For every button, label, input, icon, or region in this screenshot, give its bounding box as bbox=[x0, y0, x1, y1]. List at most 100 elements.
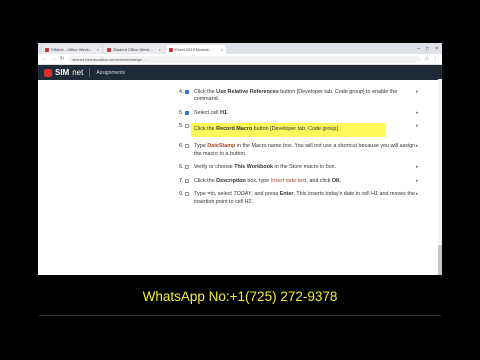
checked-checkbox-icon bbox=[185, 89, 189, 94]
browser-tab-3[interactable]: Excel 2019 Module... × bbox=[166, 45, 226, 54]
expand-arrow-icon[interactable]: ▸ bbox=[416, 143, 419, 151]
checkbox-icon bbox=[185, 192, 189, 197]
step-text-part: Insert date text bbox=[270, 177, 307, 184]
step-text-part: Verify or choose bbox=[194, 164, 235, 171]
step-text-part: Type =to, select bbox=[194, 191, 234, 198]
section-title[interactable]: Assignments bbox=[96, 70, 125, 76]
step-item: 5. Click the Record Macro button [Develop… bbox=[179, 123, 420, 137]
step-text-part: H1 bbox=[220, 109, 227, 116]
checkbox-icon bbox=[185, 124, 189, 129]
star-icon[interactable]: ☆ bbox=[425, 56, 429, 62]
menu-icon[interactable]: ⋮ bbox=[433, 56, 438, 62]
tab-bar: SIMnet - Office Week... × Student Office… bbox=[38, 43, 442, 54]
maximize-icon[interactable]: □ bbox=[426, 46, 429, 52]
step-text-part: Record Macro bbox=[216, 126, 253, 133]
scrollbar[interactable] bbox=[438, 79, 442, 275]
expand-arrow-icon[interactable]: ▸ bbox=[416, 110, 419, 118]
address-bar-row: ← → ↻ simnet.mheducation.com/simnet/assi… bbox=[38, 54, 442, 65]
step-item: to data stamp the sheet. bbox=[180, 79, 420, 83]
step-text-part: in the Store macro in box. bbox=[273, 164, 336, 171]
favicon-icon bbox=[169, 47, 173, 52]
step-number: 5. bbox=[179, 123, 184, 130]
close-tab-icon[interactable]: × bbox=[97, 47, 99, 52]
checkbox-icon bbox=[185, 143, 189, 148]
favicon-icon bbox=[107, 47, 111, 52]
browser-tab-1[interactable]: SIMnet - Office Week... × bbox=[42, 45, 102, 54]
step-text-part: , and click bbox=[306, 177, 332, 184]
reload-icon[interactable]: ↻ bbox=[60, 56, 64, 62]
divider-line bbox=[39, 315, 441, 316]
close-window-icon[interactable]: × bbox=[435, 46, 438, 52]
step-text-part: Click the bbox=[194, 88, 217, 95]
step-text: Type =to, select TODAY, and press Enter.… bbox=[194, 191, 415, 205]
step-text-part: DateStamp bbox=[207, 142, 236, 149]
window-controls: – □ × bbox=[417, 46, 442, 52]
step-item: 7. Click the Description box, type Insert… bbox=[179, 177, 420, 186]
address-bar[interactable]: simnet.mheducation.com/simnet/assign... bbox=[68, 55, 421, 63]
checkbox-icon bbox=[185, 165, 189, 170]
step-text-part: This Workbook bbox=[234, 164, 273, 171]
expand-arrow-icon[interactable]: ▸ bbox=[416, 191, 419, 199]
step-item: 9. Type =to, select TODAY, and press Ente… bbox=[179, 191, 420, 206]
step-text: Verify or choose This Workbook in the St… bbox=[194, 164, 336, 170]
step-text: Select cell H1. bbox=[194, 110, 228, 116]
step-text: to data stamp the sheet. bbox=[194, 79, 252, 81]
checked-checkbox-icon bbox=[185, 110, 189, 115]
tab-title: Student Office Week... bbox=[113, 47, 153, 52]
tab-title: SIMnet - Office Week... bbox=[51, 47, 93, 52]
expand-arrow-icon[interactable]: ▸ bbox=[416, 123, 419, 131]
expand-arrow-icon[interactable]: ▸ bbox=[416, 89, 419, 97]
step-text-part: Select cell bbox=[194, 109, 221, 116]
step-text-part: button [Developer tab, Code group]. bbox=[252, 126, 340, 133]
step-list: to data stamp the sheet. 4. Click the Use … bbox=[179, 79, 420, 213]
step-item: 5. Select cell H1. ▸ bbox=[179, 109, 420, 118]
app-header: SIM net Assignments bbox=[38, 65, 442, 80]
step-text-part: Click the bbox=[194, 126, 217, 133]
simnet-logo[interactable]: SIM net bbox=[44, 68, 83, 77]
simnet-logo-icon bbox=[44, 68, 52, 77]
step-number: 5. bbox=[179, 109, 184, 116]
step-text-part: Description bbox=[216, 177, 246, 184]
highlighted-step-text: Click the Record Macro button [Developer… bbox=[191, 123, 386, 137]
checkbox-icon bbox=[185, 178, 189, 183]
step-text-part: Click the bbox=[194, 177, 217, 184]
forward-icon[interactable]: → bbox=[51, 56, 56, 62]
step-number: 9. bbox=[179, 191, 184, 198]
step-text-part: . bbox=[226, 109, 229, 116]
step-text-part: , and press bbox=[251, 191, 280, 198]
browser-tab-2[interactable]: Student Office Week... × bbox=[104, 45, 164, 54]
header-divider bbox=[89, 68, 91, 77]
step-text: Type DateStamp in the Macro name box. Yo… bbox=[194, 143, 415, 157]
logo-sim: SIM bbox=[55, 68, 70, 77]
scrollbar-thumb[interactable] bbox=[438, 245, 442, 275]
step-number: 7. bbox=[179, 177, 184, 184]
back-icon[interactable]: ← bbox=[42, 56, 47, 62]
step-item: 6. Type DateStamp in the Macro name box. … bbox=[179, 142, 420, 158]
step-number: 6. bbox=[179, 142, 184, 149]
close-tab-icon[interactable]: × bbox=[221, 47, 223, 52]
step-number: 4. bbox=[179, 88, 184, 95]
minimize-icon[interactable]: – bbox=[417, 46, 420, 52]
expand-arrow-icon[interactable]: ▸ bbox=[416, 164, 419, 172]
close-tab-icon[interactable]: × bbox=[159, 47, 161, 52]
step-text-part: box, type bbox=[245, 177, 271, 184]
step-text-part: Type bbox=[194, 142, 208, 149]
instructions-pane: to data stamp the sheet. 4. Click the Use … bbox=[38, 79, 442, 275]
step-text-part: Enter bbox=[279, 191, 294, 198]
step-text: Click the Use Relative References button… bbox=[194, 89, 397, 103]
whatsapp-caption: WhatsApp No:+1(725) 272-9378 bbox=[142, 289, 338, 304]
expand-arrow-icon[interactable]: ▸ bbox=[416, 178, 419, 186]
step-text-part: . bbox=[339, 177, 342, 184]
favicon-icon bbox=[45, 47, 49, 52]
step-text-part: TODAY bbox=[233, 191, 252, 198]
browser-window: SIMnet - Office Week... × Student Office… bbox=[38, 43, 442, 275]
step-text-part: Use Relative References bbox=[216, 88, 279, 95]
step-text-part: to data stamp the sheet. bbox=[194, 79, 252, 81]
step-text-part: OK bbox=[331, 177, 340, 184]
step-text: Click the Description box, type Insert d… bbox=[194, 178, 341, 184]
step-number: 6. bbox=[179, 164, 184, 171]
step-item: 6. Verify or choose This Workbook in the … bbox=[179, 164, 420, 172]
tab-title: Excel 2019 Module... bbox=[175, 47, 213, 52]
logo-net: net bbox=[72, 68, 84, 77]
step-item: 4. Click the Use Relative References butt… bbox=[179, 88, 420, 104]
